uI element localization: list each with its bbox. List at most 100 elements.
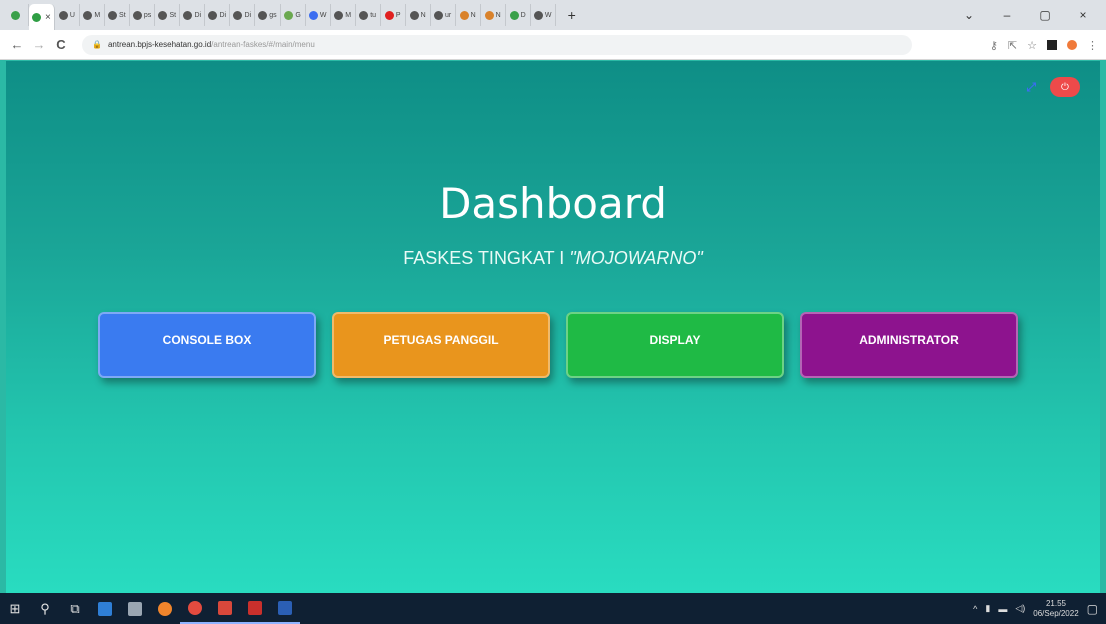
tab-favicon-icon xyxy=(308,10,318,20)
tab-close-icon[interactable]: × xyxy=(45,12,51,23)
tab-label: N xyxy=(470,11,476,19)
tab-label: M xyxy=(94,11,101,19)
browser-tab[interactable]: W xyxy=(306,4,331,26)
tray-overflow-icon[interactable]: ^ xyxy=(973,604,977,614)
tab-label: Di xyxy=(219,11,227,19)
browser-tab[interactable]: Di xyxy=(230,4,256,26)
pdf-reader-icon[interactable] xyxy=(240,593,270,624)
browser-tab[interactable]: ur xyxy=(431,4,456,26)
system-tray: ^ ▮ ▬ ◁) 21.55 06/Sep/2022 ▢ xyxy=(973,593,1098,624)
tab-favicon-icon xyxy=(533,10,543,20)
browser-tab[interactable]: P xyxy=(381,4,406,26)
tab-favicon-icon xyxy=(484,10,494,20)
word-icon[interactable] xyxy=(270,593,300,624)
administrator-button[interactable]: ADMINISTRATOR xyxy=(800,312,1018,378)
tab-label: M xyxy=(345,11,352,19)
tab-label: Di xyxy=(194,11,202,19)
tab-favicon-icon xyxy=(158,10,168,20)
dashboard-menu: CONSOLE BOX PETUGAS PANGGIL DISPLAY ADMI… xyxy=(98,312,1018,378)
tab-label: ps xyxy=(143,11,152,19)
clock[interactable]: 21.55 06/Sep/2022 xyxy=(1033,599,1078,619)
browser-tab[interactable]: M xyxy=(331,4,356,26)
chrome-icon[interactable] xyxy=(180,593,210,624)
bookmark-star-icon[interactable]: ☆ xyxy=(1027,39,1037,52)
notifications-icon[interactable]: ▢ xyxy=(1087,602,1098,616)
browser-tab[interactable]: tu xyxy=(356,4,381,26)
logout-power-button[interactable]: ⏻ xyxy=(1050,77,1080,97)
lock-icon: 🔒 xyxy=(92,40,102,49)
tab-favicon-icon xyxy=(183,10,193,20)
tab-favicon-icon xyxy=(108,10,118,20)
browser-tab[interactable]: G xyxy=(281,4,306,26)
browser-tab[interactable]: W xyxy=(531,4,556,26)
browser-tab-strip: × U M St ps St Di Di Di gs G W Mtu P Nur N N D W + ⌄ – ▢ × xyxy=(0,0,1106,30)
share-icon[interactable]: ⇱ xyxy=(1008,39,1017,52)
tab-favicon-icon xyxy=(132,10,142,20)
task-view-icon[interactable]: ⧉ xyxy=(60,593,90,624)
browser-tab[interactable]: gs xyxy=(255,4,281,26)
tab-favicon-icon xyxy=(334,10,344,20)
new-tab-button[interactable]: + xyxy=(562,7,582,23)
console-box-button[interactable]: CONSOLE BOX xyxy=(98,312,316,378)
key-icon[interactable]: ⚷ xyxy=(990,39,998,52)
tab-label: N xyxy=(420,11,426,19)
browser-tab[interactable]: ps xyxy=(130,4,156,26)
back-button[interactable]: ← xyxy=(6,37,28,52)
url-path: /antrean-faskes/#/main/menu xyxy=(211,40,315,49)
browser-tab[interactable]: Di xyxy=(205,4,231,26)
app-icon[interactable] xyxy=(210,593,240,624)
display-button[interactable]: DISPLAY xyxy=(566,312,784,378)
forward-button[interactable]: → xyxy=(28,37,50,52)
tab-label: P xyxy=(395,11,401,19)
clock-time: 21.55 xyxy=(1045,598,1066,608)
browser-tab[interactable]: Di xyxy=(180,4,206,26)
reload-button[interactable]: C xyxy=(50,37,72,52)
browser-tab[interactable]: U xyxy=(55,4,80,26)
browser-tab[interactable]: N xyxy=(456,4,481,26)
tab-favicon-icon xyxy=(83,10,93,20)
tab-favicon-icon xyxy=(359,10,369,20)
faskes-name: "MOJOWARNO" xyxy=(569,248,703,268)
tab-favicon-icon xyxy=(409,10,419,20)
tab-search-icon[interactable]: ⌄ xyxy=(950,8,988,22)
dashboard-page: ⤢ ⏻ Dashboard FASKES TINGKAT I "MOJOWARN… xyxy=(6,61,1100,593)
tab-favicon-icon xyxy=(384,10,394,20)
minimize-button[interactable]: – xyxy=(988,8,1026,22)
file-explorer-icon[interactable] xyxy=(90,593,120,624)
maximize-button[interactable]: ▢ xyxy=(1026,8,1064,22)
clock-date: 06/Sep/2022 xyxy=(1033,608,1079,618)
volume-icon[interactable]: ◁) xyxy=(1015,603,1025,614)
extension-icon[interactable] xyxy=(1047,40,1057,50)
menu-kebab-icon[interactable]: ⋮ xyxy=(1087,39,1098,52)
browser-tab[interactable]: N xyxy=(406,4,431,26)
tab-label: W xyxy=(319,11,327,19)
tab-favicon-icon xyxy=(32,12,41,22)
browser-tab[interactable] xyxy=(4,4,29,26)
tab-favicon-icon xyxy=(58,10,68,20)
search-icon[interactable]: ⚲ xyxy=(30,593,60,624)
tab-label: St xyxy=(119,11,126,19)
browser-tab[interactable]: N xyxy=(481,4,506,26)
top-right-actions: ⤢ ⏻ xyxy=(1026,77,1080,97)
address-bar: ← → C 🔒 antrean.bpjs-kesehatan.go.id/ant… xyxy=(0,30,1106,60)
browser-tab[interactable]: M xyxy=(80,4,105,26)
store-icon[interactable] xyxy=(120,593,150,624)
network-icon[interactable]: ▮ xyxy=(985,603,990,614)
page-title: Dashboard xyxy=(439,179,667,228)
battery-icon[interactable]: ▬ xyxy=(998,604,1007,614)
browser-tab[interactable]: St xyxy=(105,4,130,26)
petugas-panggil-button[interactable]: PETUGAS PANGGIL xyxy=(332,312,550,378)
fullscreen-icon[interactable]: ⤢ xyxy=(1026,80,1036,95)
browser-tab[interactable]: St xyxy=(155,4,181,26)
firefox-icon[interactable] xyxy=(150,593,180,624)
browser-tab[interactable]: D xyxy=(506,4,531,26)
tab-label: W xyxy=(544,11,552,19)
tab-label: G xyxy=(295,11,301,19)
tab-label: U xyxy=(69,11,75,19)
close-window-button[interactable]: × xyxy=(1064,8,1102,22)
url-input[interactable]: 🔒 antrean.bpjs-kesehatan.go.id/antrean-f… xyxy=(82,34,912,55)
browser-tab[interactable]: × xyxy=(29,4,55,30)
tab-favicon-icon xyxy=(10,10,20,20)
profile-avatar[interactable] xyxy=(1067,40,1077,50)
start-windows-icon[interactable]: ⊞ xyxy=(0,593,30,624)
